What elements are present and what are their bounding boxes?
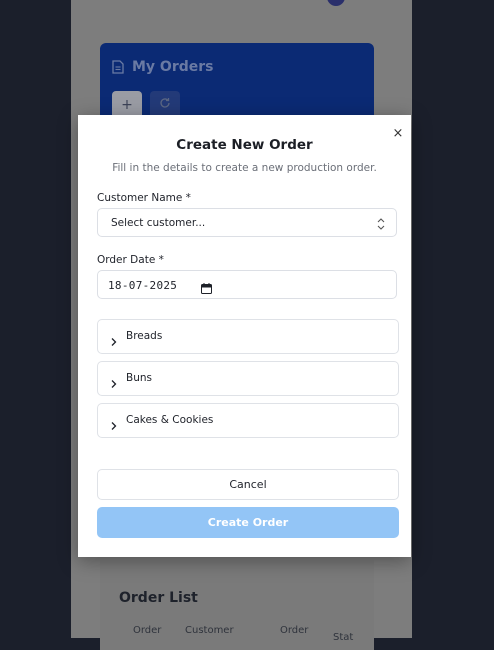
refresh-icon xyxy=(159,97,171,113)
document-icon xyxy=(112,60,124,74)
calendar-icon[interactable] xyxy=(201,279,212,294)
order-list-card: Order List Order Customer Order Stat xyxy=(100,560,374,650)
chevron-right-icon xyxy=(110,374,118,388)
table-header-status: Stat xyxy=(333,632,354,643)
order-date-input[interactable]: 18-07-2025 xyxy=(97,270,397,299)
table-header-order: Order xyxy=(133,625,162,636)
customer-select-value: Select customer... xyxy=(111,217,206,229)
category-label: Breads xyxy=(126,330,163,342)
chevron-up-down-icon xyxy=(376,216,386,230)
order-date-value: 18-07-2025 xyxy=(108,279,178,292)
order-date-label: Order Date * xyxy=(97,254,164,266)
category-cakes-cookies[interactable]: Cakes & Cookies xyxy=(97,403,399,438)
customer-name-label: Customer Name * xyxy=(97,192,191,204)
create-order-dialog: × Create New Order Fill in the details t… xyxy=(78,115,411,557)
customer-select[interactable]: Select customer... xyxy=(97,208,397,237)
table-header-order-date: Order xyxy=(280,625,309,636)
dialog-title: Create New Order xyxy=(176,137,313,153)
cancel-button[interactable]: Cancel xyxy=(97,469,399,500)
category-breads[interactable]: Breads xyxy=(97,319,399,354)
avatar[interactable] xyxy=(327,0,345,6)
my-orders-title: My Orders xyxy=(132,59,214,75)
chevron-right-icon xyxy=(110,416,118,430)
create-order-button[interactable]: Create Order xyxy=(97,507,399,538)
table-header-customer: Customer xyxy=(185,625,234,636)
dialog-subtitle: Fill in the details to create a new prod… xyxy=(112,162,377,174)
order-list-title: Order List xyxy=(119,590,198,606)
chevron-right-icon xyxy=(110,332,118,346)
category-label: Buns xyxy=(126,372,152,384)
category-buns[interactable]: Buns xyxy=(97,361,399,396)
category-label: Cakes & Cookies xyxy=(126,414,214,426)
